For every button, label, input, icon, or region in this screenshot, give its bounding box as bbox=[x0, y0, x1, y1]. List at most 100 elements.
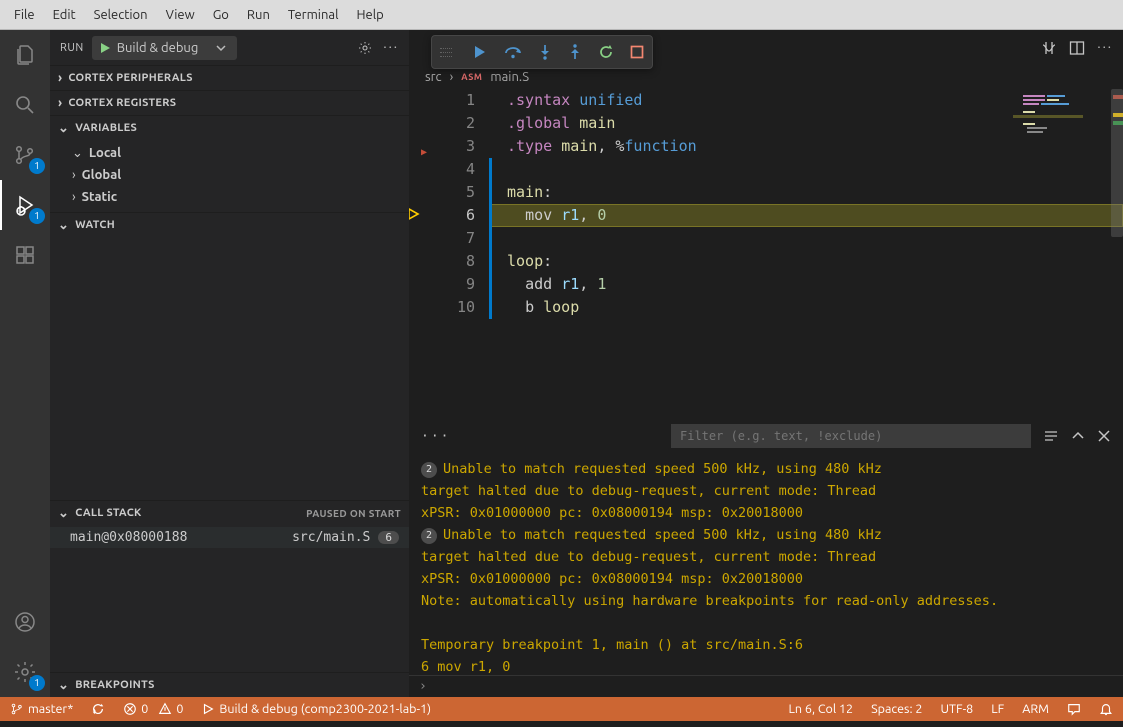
minimap[interactable] bbox=[1025, 89, 1123, 417]
step-out-button[interactable] bbox=[568, 44, 582, 60]
section-cortex-peripherals[interactable]: › CORTEX PERIPHERALS bbox=[50, 66, 409, 90]
bell-icon bbox=[1099, 702, 1113, 716]
chevron-right-icon: › bbox=[58, 96, 62, 110]
more-icon[interactable]: ··· bbox=[1097, 40, 1113, 56]
section-callstack[interactable]: ⌄ CALL STACK PAUSED ON START bbox=[50, 501, 409, 525]
menu-edit[interactable]: Edit bbox=[45, 4, 84, 26]
activity-run-debug[interactable]: 1 bbox=[0, 180, 50, 230]
chevron-right-icon: › bbox=[72, 190, 76, 204]
section-label: CALL STACK bbox=[75, 507, 141, 519]
count-badge: 2 bbox=[421, 528, 437, 544]
status-encoding[interactable]: UTF-8 bbox=[936, 702, 977, 716]
filter-input[interactable] bbox=[671, 424, 1031, 448]
chevron-right-icon: › bbox=[72, 168, 76, 182]
debug-icon bbox=[201, 702, 215, 716]
status-branch[interactable]: master* bbox=[6, 702, 77, 716]
activity-extensions[interactable] bbox=[0, 230, 50, 280]
status-debug-task[interactable]: Build & debug (comp2300-2021-lab-1) bbox=[197, 702, 435, 716]
activity-scm[interactable]: 1 bbox=[0, 130, 50, 180]
error-count: 0 bbox=[141, 702, 148, 716]
activity-explorer[interactable] bbox=[0, 30, 50, 80]
breadcrumb-file[interactable]: main.S bbox=[490, 70, 529, 84]
word-wrap-icon[interactable] bbox=[1043, 428, 1059, 444]
menu-help[interactable]: Help bbox=[348, 4, 391, 26]
section-watch[interactable]: ⌄WATCH bbox=[50, 213, 409, 237]
section-cortex-registers[interactable]: ›CORTEX REGISTERS bbox=[50, 91, 409, 115]
task-name: Build & debug (comp2300-2021-lab-1) bbox=[219, 702, 431, 716]
activity-account[interactable] bbox=[0, 597, 50, 647]
drag-handle-icon[interactable] bbox=[440, 48, 456, 57]
status-language[interactable]: ARM bbox=[1018, 702, 1053, 716]
var-scope-global[interactable]: › Global bbox=[50, 164, 409, 186]
chevron-right-icon: › bbox=[450, 70, 454, 84]
feedback-icon bbox=[1067, 702, 1081, 716]
continue-button[interactable] bbox=[472, 44, 488, 60]
console-line: target halted due to debug-request, curr… bbox=[421, 480, 1111, 502]
start-debug-icon bbox=[99, 42, 111, 54]
console-line: xPSR: 0x01000000 pc: 0x08000194 msp: 0x2… bbox=[421, 568, 1111, 590]
status-cursor[interactable]: Ln 6, Col 12 bbox=[785, 702, 858, 716]
var-scope-local[interactable]: ⌄ Local bbox=[50, 142, 409, 164]
step-into-button[interactable] bbox=[538, 44, 552, 60]
restart-button[interactable] bbox=[598, 44, 614, 60]
breadcrumb-folder[interactable]: src bbox=[425, 70, 442, 84]
section-label: CORTEX PERIPHERALS bbox=[68, 72, 192, 84]
menu-terminal[interactable]: Terminal bbox=[280, 4, 347, 26]
callstack-frame[interactable]: main@0x08000188 src/main.S 6 bbox=[50, 527, 409, 548]
chevron-right-icon: › bbox=[419, 679, 427, 694]
var-scope-static[interactable]: ›Static bbox=[50, 186, 409, 208]
chevron-down-icon: ⌄ bbox=[58, 218, 69, 233]
count-badge: 2 bbox=[421, 462, 437, 478]
chevron-down-icon bbox=[216, 43, 226, 53]
activity-settings[interactable]: 1 bbox=[0, 647, 50, 697]
section-breakpoints[interactable]: ⌄BREAKPOINTS bbox=[50, 673, 409, 697]
branch-icon bbox=[10, 702, 24, 716]
section-variables[interactable]: ⌄VARIABLES bbox=[50, 116, 409, 140]
warning-count: 0 bbox=[176, 702, 183, 716]
warning-icon bbox=[158, 702, 172, 716]
collapse-icon[interactable] bbox=[1071, 429, 1085, 443]
more-icon[interactable]: ··· bbox=[421, 429, 450, 444]
more-icon[interactable]: ··· bbox=[383, 40, 399, 56]
chevron-right-icon: › bbox=[58, 71, 62, 85]
close-icon[interactable] bbox=[1097, 429, 1111, 443]
error-icon bbox=[123, 702, 137, 716]
menu-file[interactable]: File bbox=[6, 4, 43, 26]
run-config-select[interactable]: Build & debug bbox=[92, 36, 238, 60]
menu-view[interactable]: View bbox=[158, 4, 203, 26]
stop-button[interactable] bbox=[630, 45, 644, 59]
gear-icon[interactable] bbox=[357, 40, 373, 56]
status-eol[interactable]: LF bbox=[987, 702, 1008, 716]
status-bell[interactable] bbox=[1095, 702, 1117, 716]
split-editor-icon[interactable] bbox=[1069, 40, 1085, 56]
compare-icon[interactable] bbox=[1041, 40, 1057, 56]
status-problems[interactable]: 0 0 bbox=[119, 702, 187, 716]
debug-toolbar[interactable] bbox=[431, 35, 653, 69]
run-label: RUN bbox=[60, 42, 84, 54]
menu-selection[interactable]: Selection bbox=[86, 4, 156, 26]
execution-pointer-icon bbox=[409, 207, 421, 221]
section-label: BREAKPOINTS bbox=[75, 679, 154, 691]
var-scope-label: Global bbox=[82, 168, 122, 182]
status-indent[interactable]: Spaces: 2 bbox=[867, 702, 926, 716]
status-sync[interactable] bbox=[87, 702, 109, 716]
code-editor[interactable]: 1 2 3▶ 4 5 6 7 8 9 10 .syntax unified .g… bbox=[409, 89, 1123, 417]
sync-icon bbox=[91, 702, 105, 716]
debug-console-input[interactable]: › bbox=[409, 675, 1123, 697]
debug-console-output[interactable]: 2Unable to match requested speed 500 kHz… bbox=[409, 454, 1123, 675]
frame-name: main@0x08000188 bbox=[70, 530, 187, 545]
gutter: 1 2 3▶ 4 5 6 7 8 9 10 bbox=[425, 89, 487, 417]
menubar: File Edit Selection View Go Run Terminal… bbox=[0, 0, 1123, 30]
menu-go[interactable]: Go bbox=[205, 4, 237, 26]
debug-console-panel: ··· 2Unable to match requested speed 500… bbox=[409, 417, 1123, 697]
status-feedback[interactable] bbox=[1063, 702, 1085, 716]
scm-badge: 1 bbox=[29, 158, 45, 174]
console-line: xPSR: 0x01000000 pc: 0x08000194 msp: 0x2… bbox=[421, 502, 1111, 524]
minimap-scrollbar[interactable] bbox=[1111, 89, 1123, 237]
frame-source: src/main.S bbox=[292, 530, 370, 545]
activity-search[interactable] bbox=[0, 80, 50, 130]
chevron-down-icon: ⌄ bbox=[72, 146, 83, 161]
var-scope-label: Local bbox=[89, 146, 121, 160]
step-over-button[interactable] bbox=[504, 44, 522, 60]
menu-run[interactable]: Run bbox=[239, 4, 278, 26]
